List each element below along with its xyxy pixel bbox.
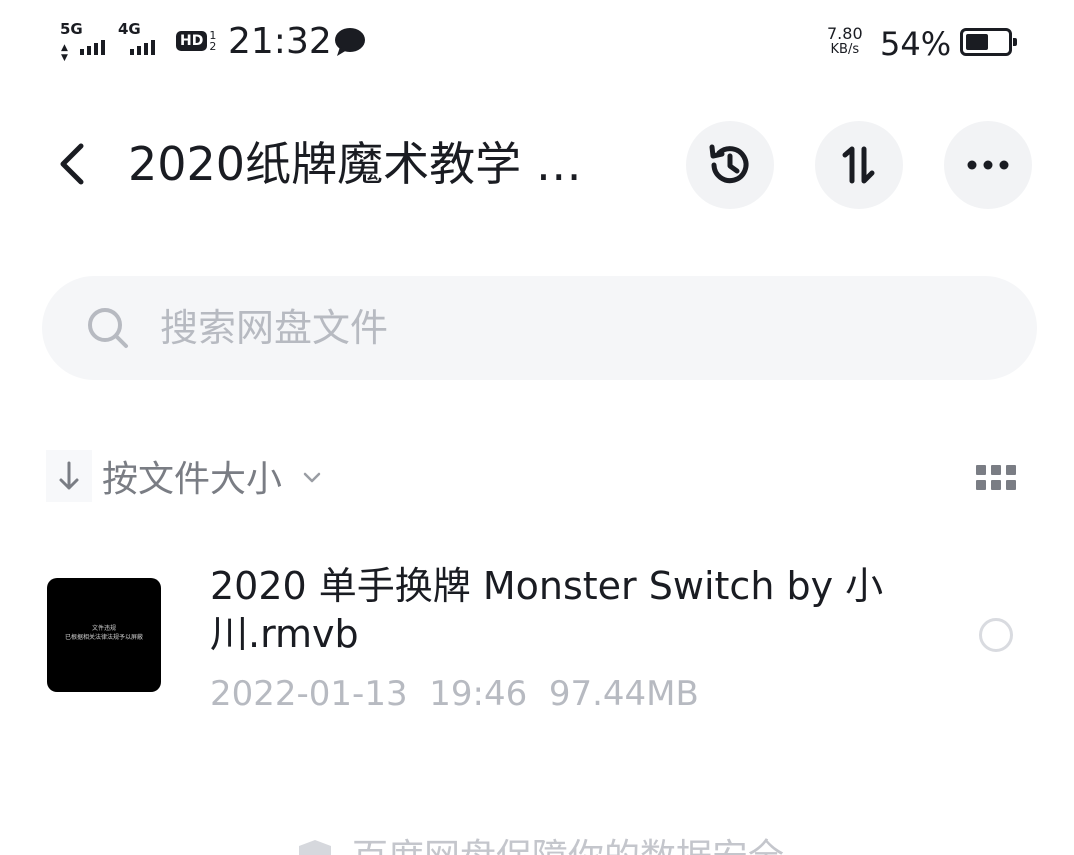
footer-security-note: 百度网盘保障你的数据安全	[296, 838, 784, 855]
file-meta: 2022-01-13 19:46 97.44MB	[210, 672, 699, 716]
signal-5g-label: 5G	[60, 20, 83, 38]
thumbnail-notice-body: 已根据相关法律法规予以屏蔽	[64, 634, 143, 641]
signal-bars-icon	[80, 40, 105, 55]
network-speed: 7.80 KB/s	[827, 26, 863, 58]
list-item[interactable]: 文件违规 已根据相关法律法规予以屏蔽 2020 单手换牌 Monster Swi…	[0, 548, 1074, 728]
hd-fraction-bottom: 2	[209, 40, 217, 53]
battery-fill	[966, 34, 988, 50]
hd-voice-badge: HD 1 2	[176, 28, 216, 54]
file-browser-screen: 5G ▲ ▼ 4G HD 1 2 21:32 7.80 KB/s 54% 202…	[0, 0, 1074, 855]
sort-order-button[interactable]	[815, 121, 903, 209]
search-input[interactable]: 搜索网盘文件	[42, 276, 1037, 380]
arrow-down-icon	[59, 461, 79, 490]
file-thumbnail: 文件违规 已根据相关法律法规予以屏蔽	[47, 578, 161, 692]
search-icon	[88, 308, 128, 348]
file-name: 2020 单手换牌 Monster Switch by 小川.rmvb	[210, 564, 884, 656]
shield-icon	[299, 840, 331, 855]
chevron-down-icon	[303, 472, 321, 483]
network-speed-unit: KB/s	[830, 42, 860, 57]
sort-label: 按文件大小	[102, 459, 283, 500]
select-checkbox[interactable]	[979, 618, 1013, 652]
chat-bubble-icon	[335, 28, 365, 56]
status-time: 21:32	[228, 21, 332, 62]
data-arrows-icon: ▲ ▼	[61, 43, 68, 63]
hd-fraction: 1 2	[209, 30, 216, 52]
network-speed-value: 7.80	[827, 24, 863, 43]
history-icon	[709, 144, 749, 184]
footer-text: 百度网盘保障你的数据安全	[352, 838, 784, 855]
file-time: 19:46	[429, 674, 528, 714]
battery-nub	[1013, 38, 1017, 46]
chevron-left-icon	[60, 143, 84, 185]
back-button[interactable]	[42, 132, 102, 196]
thumbnail-notice: 文件违规 已根据相关法律法规予以屏蔽	[47, 624, 161, 642]
status-bar: 5G ▲ ▼ 4G HD 1 2 21:32 7.80 KB/s 54%	[0, 0, 1074, 84]
battery-icon	[960, 28, 1017, 56]
history-button[interactable]	[686, 121, 774, 209]
grid-view-icon[interactable]	[974, 462, 1018, 492]
page-title: 2020纸牌魔术教学 …	[128, 137, 582, 191]
file-date: 2022-01-13	[210, 674, 408, 714]
sort-direction	[46, 450, 92, 502]
sort-dropdown[interactable]: 按文件大小	[46, 448, 322, 504]
signal-4g-label: 4G	[118, 20, 141, 38]
more-icon	[967, 160, 1009, 170]
search-placeholder: 搜索网盘文件	[160, 306, 389, 350]
more-button[interactable]	[944, 121, 1032, 209]
battery-percent: 54%	[880, 25, 952, 63]
hd-label: HD	[176, 31, 208, 51]
sort-toggle-icon	[842, 146, 875, 184]
thumbnail-notice-title: 文件违规	[91, 625, 116, 632]
file-size: 97.44MB	[548, 674, 699, 714]
signal-bars-icon	[130, 40, 155, 55]
